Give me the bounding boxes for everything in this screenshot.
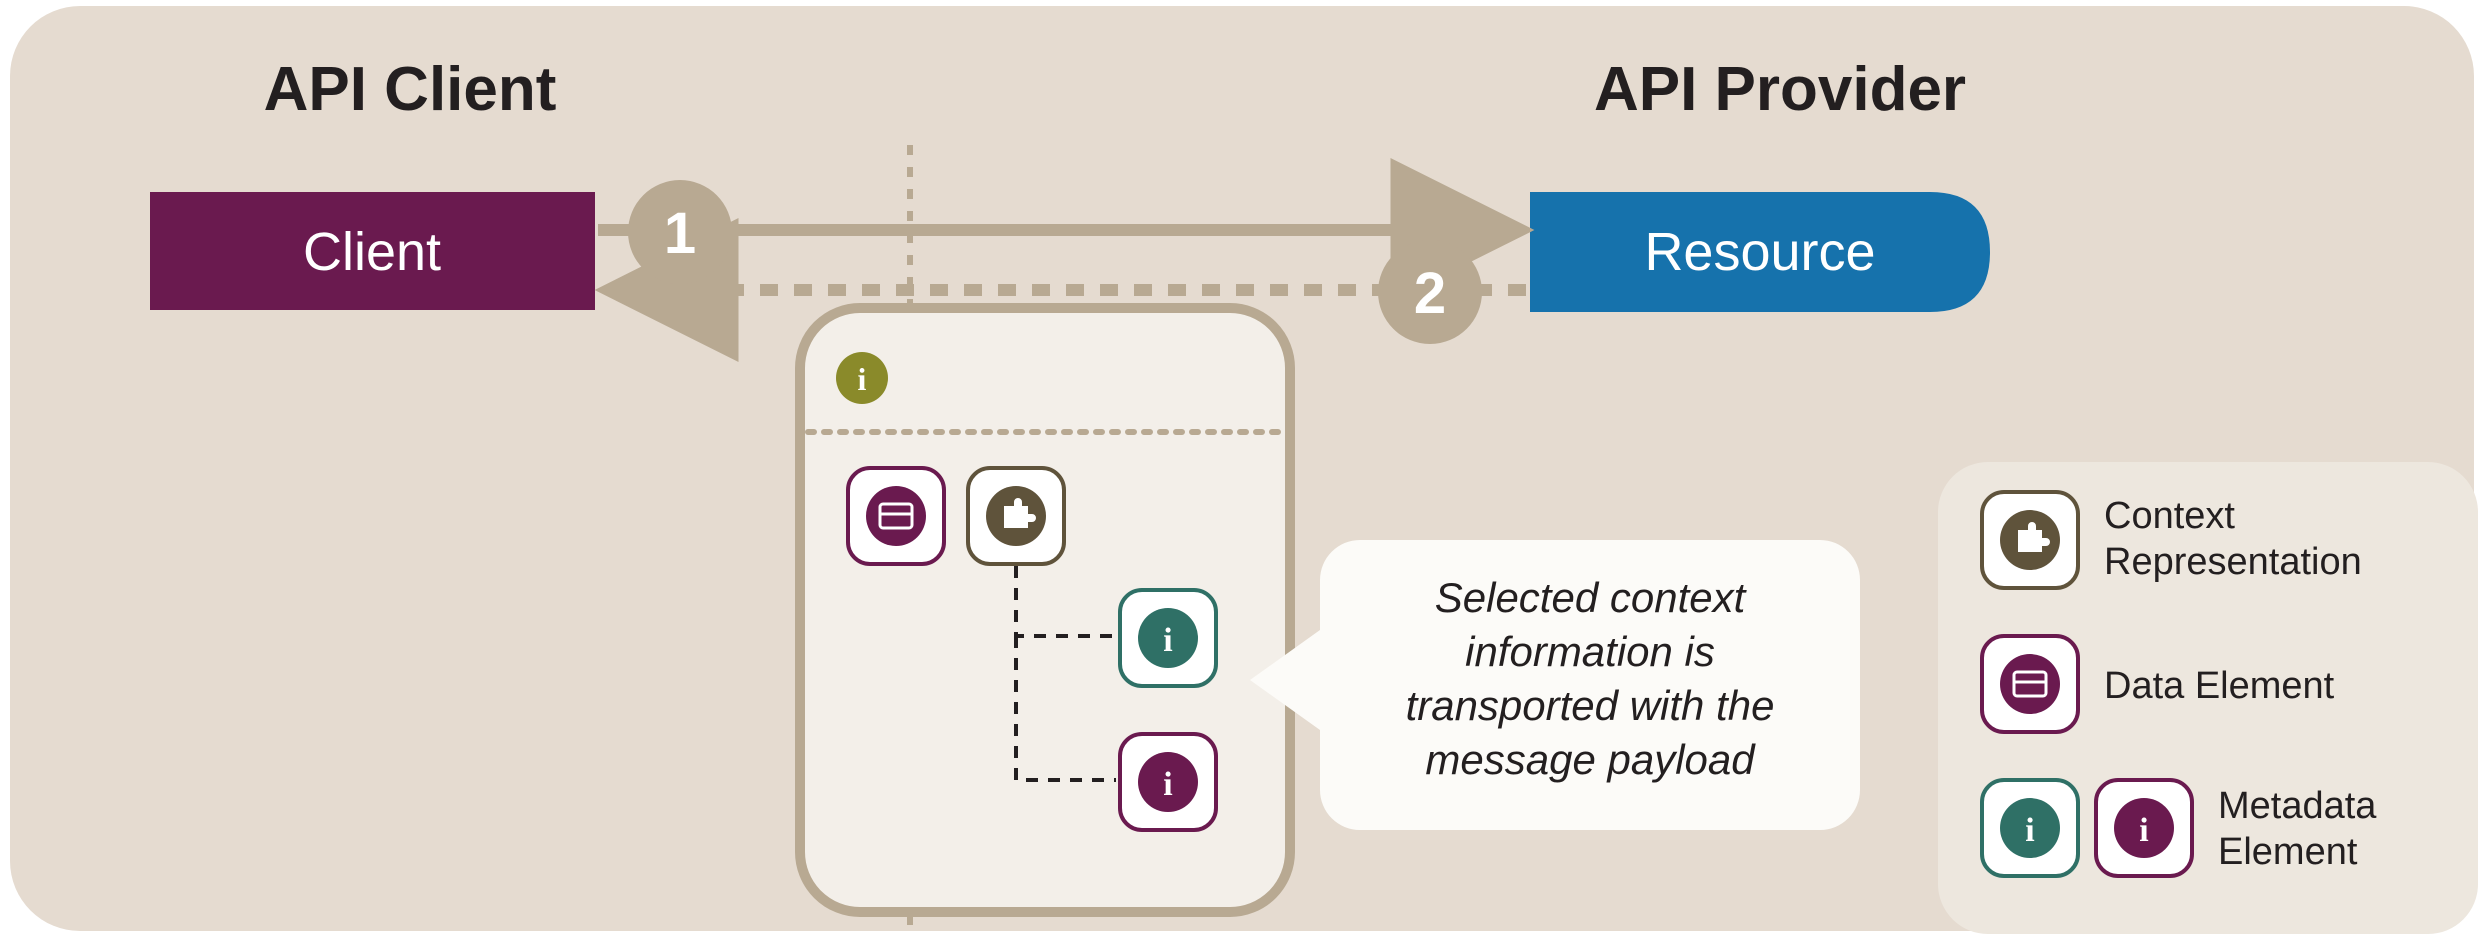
puzzle-icon [986, 486, 1046, 546]
info-icon: i [1138, 752, 1198, 812]
api-context-diagram: API Client API Provider Client Resource … [0, 0, 2484, 939]
legend-metadata-line1: Metadata [2218, 785, 2377, 827]
window-icon [866, 486, 926, 546]
svg-text:i: i [1163, 766, 1172, 803]
window-icon [2000, 654, 2060, 714]
resource-node: Resource [1530, 192, 1990, 312]
panel-header-info-icon: i [836, 352, 888, 404]
callout-line-2: information is [1465, 628, 1715, 675]
puzzle-icon [2000, 510, 2060, 570]
legend-context-rep-line1: Context [2104, 495, 2235, 537]
legend-data-element-label: Data Element [2104, 665, 2335, 707]
step-badge-2-number: 2 [1414, 261, 1446, 326]
callout-bubble: Selected context information is transpor… [1250, 540, 1860, 830]
title-api-provider: API Provider [1594, 55, 1966, 124]
svg-text:i: i [2025, 812, 2034, 849]
panel-context-rep-tile [968, 468, 1064, 564]
callout-line-4: message payload [1425, 736, 1756, 783]
client-node-label: Client [303, 222, 441, 282]
svg-text:i: i [858, 361, 867, 397]
callout-line-1: Selected context [1435, 574, 1748, 621]
svg-text:i: i [1163, 622, 1172, 659]
message-payload-panel: i i [800, 308, 1290, 912]
step-badge-1: 1 [628, 180, 732, 284]
panel-data-element-tile [848, 468, 944, 564]
step-badge-2: 2 [1378, 240, 1482, 344]
legend-panel: Context Representation Data Element i i [1938, 462, 2478, 934]
info-icon: i [1138, 608, 1198, 668]
info-icon: i [2000, 798, 2060, 858]
info-icon: i [2114, 798, 2174, 858]
callout-line-3: transported with the [1406, 682, 1775, 729]
legend-metadata-line2: Element [2218, 831, 2358, 873]
panel-metadata-maroon-tile: i [1120, 734, 1216, 830]
panel-metadata-teal-tile: i [1120, 590, 1216, 686]
title-api-client: API Client [264, 55, 557, 124]
legend-context-rep-line2: Representation [2104, 541, 2362, 583]
svg-text:i: i [2139, 812, 2148, 849]
client-node: Client [150, 192, 595, 310]
step-badge-1-number: 1 [664, 201, 696, 266]
resource-node-label: Resource [1644, 222, 1875, 282]
